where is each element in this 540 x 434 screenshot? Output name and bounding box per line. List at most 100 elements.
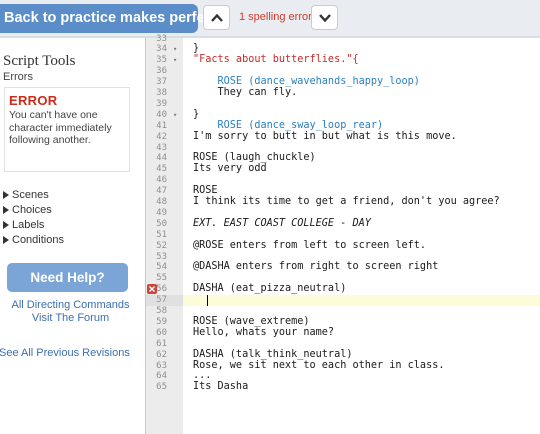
line-number: 61 bbox=[156, 338, 167, 349]
line-number: 54 bbox=[156, 262, 167, 273]
code-text: ROSE (dance_sway_loop_rear) bbox=[193, 119, 384, 131]
code-text: Hello, whats your name? bbox=[193, 326, 335, 338]
top-bar: Back to practice makes perfect 1 spellin… bbox=[0, 0, 540, 38]
line-number: 59 bbox=[156, 316, 167, 327]
error-title: ERROR bbox=[9, 93, 58, 108]
code-text: Rose, we sit next to each other in class… bbox=[193, 359, 445, 371]
menu-item-conditions[interactable]: Conditions bbox=[3, 233, 64, 248]
code-line[interactable]: 62 DASHA (talk_think_neutral) bbox=[146, 348, 540, 361]
code-line[interactable]: 52 @ROSE enters from left to screen left. bbox=[146, 239, 540, 252]
line-number: 57 bbox=[146, 295, 183, 306]
code-line[interactable]: 57 bbox=[146, 295, 540, 307]
code-text: They can fly. bbox=[193, 87, 298, 98]
code-line[interactable]: 48 I think its time to get a friend, don'… bbox=[146, 196, 540, 208]
code-line[interactable]: 65 Its Dasha bbox=[146, 381, 540, 393]
line-number: 55 bbox=[156, 273, 167, 284]
code-line[interactable]: 60 Hello, whats your name? bbox=[146, 326, 540, 339]
line-number: 47 bbox=[156, 186, 167, 197]
line-number: 38 bbox=[156, 88, 167, 98]
fold-toggle-icon[interactable]: ▾ bbox=[173, 110, 177, 121]
code-line[interactable]: 51 bbox=[146, 230, 540, 241]
code-text: DASHA (eat_pizza_neutral) bbox=[193, 283, 347, 295]
code-line[interactable]: 39 bbox=[146, 99, 540, 110]
need-help-button[interactable]: Need Help? bbox=[7, 263, 128, 292]
line-number: 52 bbox=[156, 240, 167, 251]
caret-right-icon bbox=[3, 206, 9, 214]
previous-revisions-link[interactable]: See All Previous Revisions bbox=[0, 347, 130, 359]
line-number: 37 bbox=[156, 77, 167, 88]
code-text: EXT. EAST COAST COLLEGE - DAY bbox=[193, 217, 371, 229]
error-message: You can't have one character immediately… bbox=[9, 109, 112, 146]
code-line[interactable]: 50 EXT. EAST COAST COLLEGE - DAY bbox=[146, 217, 540, 230]
line-number: 42 bbox=[156, 131, 167, 142]
code-line[interactable]: 54 @DASHA enters from right to screen rig… bbox=[146, 261, 540, 273]
line-number: 50 bbox=[156, 218, 167, 229]
line-number: 45 bbox=[156, 164, 167, 175]
script-tools-title: Script Tools bbox=[3, 53, 76, 69]
all-directing-commands-link[interactable]: All Directing Commands bbox=[10, 299, 131, 311]
back-button[interactable]: Back to practice makes perfect bbox=[0, 4, 218, 33]
code-line[interactable]: 61 bbox=[146, 339, 540, 350]
script-tools-sidebar: Script Tools Errors ERROR You can't have… bbox=[0, 38, 145, 434]
line-number: 40 bbox=[156, 109, 167, 120]
previous-error-button[interactable] bbox=[203, 5, 230, 30]
menu-item-label: Scenes bbox=[12, 189, 49, 201]
line-number: 63 bbox=[156, 360, 167, 371]
line-number: 33 bbox=[156, 33, 167, 44]
line-number: 39 bbox=[156, 98, 167, 109]
line-number: 60 bbox=[156, 327, 167, 338]
line-number: 62 bbox=[156, 349, 167, 360]
line-number: 58 bbox=[156, 306, 167, 316]
line-number: 43 bbox=[156, 142, 167, 153]
line-number: 35 bbox=[156, 55, 167, 66]
line-number: 44 bbox=[156, 153, 167, 164]
line-number: 41 bbox=[156, 120, 167, 131]
line-number: 34 bbox=[156, 44, 167, 55]
code-text: @DASHA enters from right to screen right bbox=[193, 261, 439, 273]
line-number: 65 bbox=[156, 382, 167, 393]
menu-item-scenes[interactable]: Scenes bbox=[3, 188, 64, 203]
caret-right-icon bbox=[3, 191, 9, 199]
line-number: 46 bbox=[156, 175, 167, 186]
text-cursor bbox=[207, 295, 208, 307]
next-error-button[interactable] bbox=[311, 5, 338, 30]
code-text: DASHA (talk_think_neutral) bbox=[193, 348, 353, 360]
line-number: 64 bbox=[156, 371, 167, 382]
menu-item-label: Labels bbox=[12, 219, 45, 231]
code-text: @ROSE enters from left to screen left. bbox=[193, 239, 427, 251]
code-line[interactable]: 56 DASHA (eat_pizza_neutral) bbox=[146, 283, 540, 295]
caret-right-icon bbox=[3, 236, 9, 244]
spelling-error-count: 1 spelling errors bbox=[239, 11, 318, 23]
line-number: 53 bbox=[156, 251, 167, 262]
line-number: 48 bbox=[156, 197, 167, 207]
fold-toggle-icon[interactable]: ▾ bbox=[173, 44, 177, 55]
visit-forum-link[interactable]: Visit The Forum bbox=[10, 312, 131, 324]
code-text: I'm sorry to butt in but what is this mo… bbox=[193, 130, 457, 142]
menu-item-choices[interactable]: Choices bbox=[3, 203, 64, 218]
code-text: "Facts about butterflies."{ bbox=[193, 54, 359, 66]
code-line[interactable]: 33 bbox=[146, 34, 540, 45]
errors-heading: Errors bbox=[3, 71, 33, 83]
code-line[interactable]: 38 They can fly. bbox=[146, 87, 540, 99]
script-editor[interactable]: 33 34 ▾} 35 ▾ "Facts about butterflies."{36 37… bbox=[145, 34, 540, 434]
code-text: I think its time to get a friend, don't … bbox=[193, 196, 500, 207]
menu-item-label: Choices bbox=[12, 204, 52, 216]
fold-toggle-icon[interactable]: ▾ bbox=[173, 55, 177, 66]
tools-menu: Scenes Choices Labels Conditions bbox=[3, 188, 64, 248]
line-number: 36 bbox=[156, 66, 167, 77]
line-number: 51 bbox=[156, 229, 167, 240]
code-line[interactable]: 35 ▾ "Facts about butterflies."{ bbox=[146, 54, 540, 66]
chevron-down-icon bbox=[319, 14, 331, 23]
code-line[interactable]: 45 Its very odd bbox=[146, 163, 540, 175]
code-text: Its very odd bbox=[193, 163, 267, 175]
caret-right-icon bbox=[3, 221, 9, 229]
chevron-up-icon bbox=[211, 13, 223, 22]
line-number: 49 bbox=[156, 207, 167, 218]
menu-item-label: Conditions bbox=[12, 234, 64, 246]
code-text: Its Dasha bbox=[193, 381, 249, 393]
code-line[interactable]: 41 ROSE (dance_sway_loop_rear) bbox=[146, 119, 540, 132]
menu-item-labels[interactable]: Labels bbox=[3, 218, 64, 233]
error-marker-icon[interactable] bbox=[147, 284, 157, 295]
code-line[interactable]: 42 I'm sorry to butt in but what is this … bbox=[146, 130, 540, 143]
error-panel: ERROR You can't have one character immed… bbox=[4, 87, 130, 172]
